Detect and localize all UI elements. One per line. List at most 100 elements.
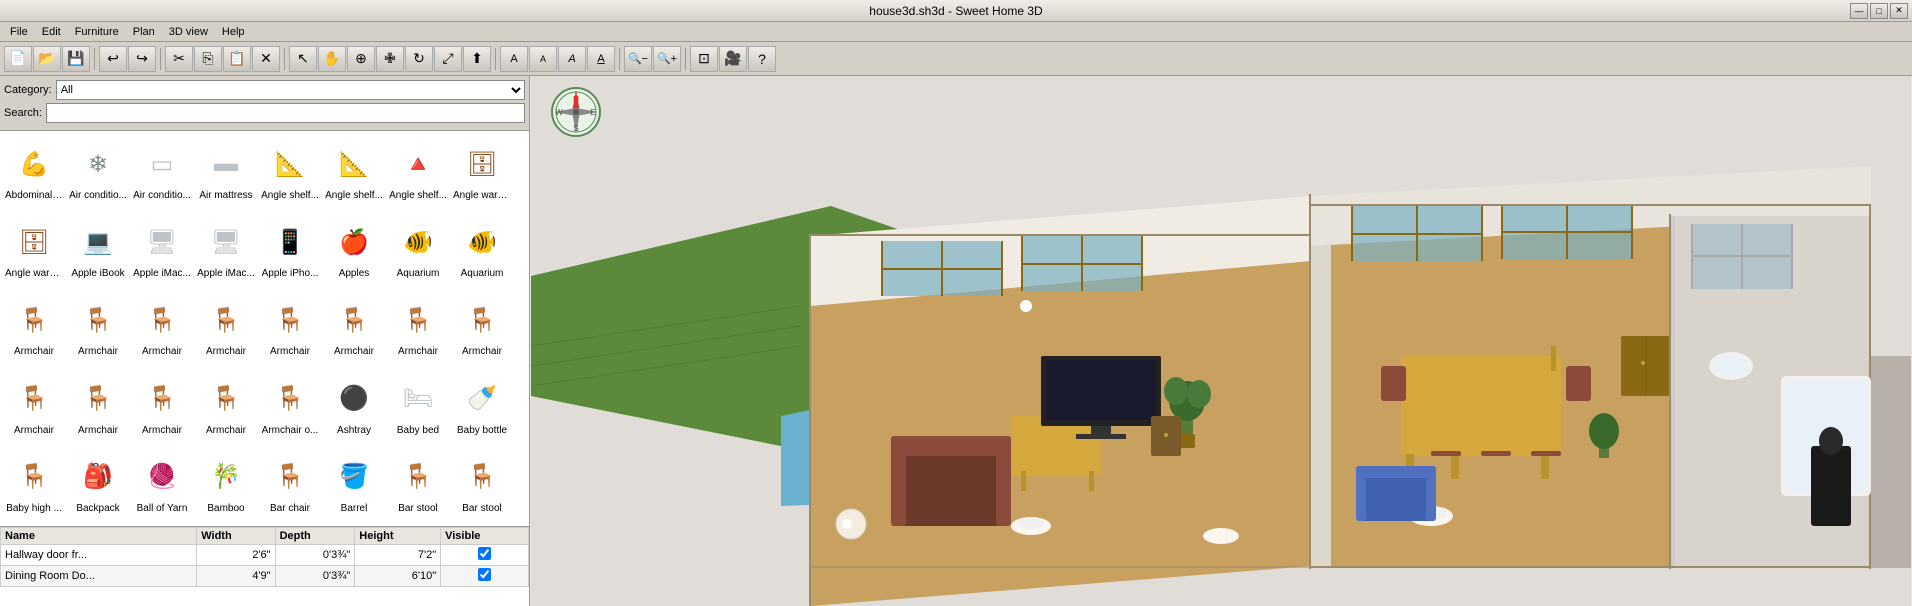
undo-button[interactable]: ↩ — [99, 46, 127, 72]
furniture-item-27[interactable]: 🪑Armchair — [194, 368, 258, 446]
prop-visible-1[interactable] — [441, 566, 529, 587]
furniture-item-35[interactable]: 🎋Bamboo — [194, 446, 258, 524]
furniture-item-31[interactable]: 🍼Baby bottle — [450, 368, 514, 446]
furniture-item-18[interactable]: 🪑Armchair — [130, 289, 194, 367]
furniture-item-15[interactable]: 🐠Aquarium — [450, 211, 514, 289]
maximize-button[interactable]: □ — [1870, 3, 1888, 19]
move-button[interactable]: ✙ — [376, 46, 404, 72]
furniture-item-24[interactable]: 🪑Armchair — [2, 368, 66, 446]
add-furniture-button[interactable]: ⊕ — [347, 46, 375, 72]
search-input[interactable] — [46, 103, 525, 123]
toolbar-separator-3 — [284, 48, 285, 70]
furniture-item-12[interactable]: 📱Apple iPho... — [258, 211, 322, 289]
zoom-in-button[interactable]: 🔍+ — [653, 46, 681, 72]
visible-checkbox-0[interactable] — [478, 547, 491, 560]
furniture-item-39[interactable]: 🪑Bar stool — [450, 446, 514, 524]
menu-item-help[interactable]: Help — [216, 24, 251, 40]
furniture-item-36[interactable]: 🪑Bar chair — [258, 446, 322, 524]
virtual-visitor-button[interactable]: 🎥 — [719, 46, 747, 72]
furniture-item-2[interactable]: ▭Air conditio... — [130, 133, 194, 211]
text-c-button[interactable]: A — [587, 46, 615, 72]
furniture-item-26[interactable]: 🪑Armchair — [130, 368, 194, 446]
furniture-name-14: Aquarium — [389, 268, 447, 279]
save-button[interactable]: 💾 — [62, 46, 90, 72]
furniture-item-6[interactable]: 🔺Angle shelf... — [386, 133, 450, 211]
furniture-item-1[interactable]: ❄Air conditio... — [66, 133, 130, 211]
menu-item-edit[interactable]: Edit — [36, 24, 67, 40]
compass[interactable]: N S E W — [550, 86, 602, 138]
furniture-item-19[interactable]: 🪑Armchair — [194, 289, 258, 367]
text-a-button[interactable]: A — [529, 46, 557, 72]
furniture-icon-37: 🪣 — [339, 462, 369, 491]
right-panel-3d: N S E W — [530, 76, 1912, 606]
zoom-out-button[interactable]: 🔍− — [624, 46, 652, 72]
furniture-name-27: Armchair — [197, 425, 255, 436]
help-button[interactable]: ? — [748, 46, 776, 72]
copy-button[interactable]: ⎘ — [194, 46, 222, 72]
prop-width-0: 2'6" — [197, 545, 275, 566]
menu-bar: FileEditFurniturePlan3D viewHelp — [0, 22, 1912, 42]
text-aa-button[interactable]: A — [500, 46, 528, 72]
delete-button[interactable]: ✕ — [252, 46, 280, 72]
furniture-item-34[interactable]: 🧶Ball of Yarn — [130, 446, 194, 524]
close-button[interactable]: ✕ — [1890, 3, 1908, 19]
furniture-item-37[interactable]: 🪣Barrel — [322, 446, 386, 524]
menu-item-file[interactable]: File — [4, 24, 34, 40]
furniture-item-33[interactable]: 🎒Backpack — [66, 446, 130, 524]
furniture-item-22[interactable]: 🪑Armchair — [386, 289, 450, 367]
table-row[interactable]: Dining Room Do...4'9"0'3¾"6'10" — [1, 566, 529, 587]
menu-item-furniture[interactable]: Furniture — [69, 24, 125, 40]
cut-button[interactable]: ✂ — [165, 46, 193, 72]
visible-checkbox-1[interactable] — [478, 568, 491, 581]
furniture-item-30[interactable]: 🛏Baby bed — [386, 368, 450, 446]
furniture-name-6: Angle shelf... — [389, 190, 447, 201]
furniture-item-7[interactable]: 🗄Angle ward... — [450, 133, 514, 211]
furniture-item-16[interactable]: 🪑Armchair — [2, 289, 66, 367]
furniture-item-3[interactable]: ▬Air mattress — [194, 133, 258, 211]
open-button[interactable]: 📂 — [33, 46, 61, 72]
rotate-button[interactable]: ↻ — [405, 46, 433, 72]
table-row[interactable]: Hallway door fr...2'6"0'3¾"7'2" — [1, 545, 529, 566]
select-button[interactable]: ↖ — [289, 46, 317, 72]
furniture-item-32[interactable]: 🪑Baby high ... — [2, 446, 66, 524]
category-select[interactable]: All — [56, 80, 525, 100]
top-camera-button[interactable]: ⊡ — [690, 46, 718, 72]
furniture-item-29[interactable]: ⚫Ashtray — [322, 368, 386, 446]
menu-item-3d-view[interactable]: 3D view — [163, 24, 214, 40]
furniture-icon-24: 🪑 — [19, 384, 49, 413]
furniture-icon-16: 🪑 — [19, 306, 49, 335]
properties-table: Name Width Depth Height Visible Hallway … — [0, 526, 529, 606]
furniture-name-18: Armchair — [133, 346, 191, 357]
furniture-item-10[interactable]: 🖥Apple iMac... — [130, 211, 194, 289]
furniture-item-13[interactable]: 🍎Apples — [322, 211, 386, 289]
furniture-item-20[interactable]: 🪑Armchair — [258, 289, 322, 367]
elevate-button[interactable]: ⬆ — [463, 46, 491, 72]
resize-button[interactable]: ⤢ — [434, 46, 462, 72]
house-3d-render — [530, 76, 1912, 606]
prop-visible-0[interactable] — [441, 545, 529, 566]
furniture-item-17[interactable]: 🪑Armchair — [66, 289, 130, 367]
furniture-icon-4: 📐 — [275, 150, 305, 179]
furniture-item-14[interactable]: 🐠Aquarium — [386, 211, 450, 289]
furniture-icon-12: 📱 — [275, 228, 305, 257]
text-b-button[interactable]: A — [558, 46, 586, 72]
furniture-item-38[interactable]: 🪑Bar stool — [386, 446, 450, 524]
new-button[interactable]: 📄 — [4, 46, 32, 72]
pan-button[interactable]: ✋ — [318, 46, 346, 72]
furniture-item-0[interactable]: 💪Abdominal ... — [2, 133, 66, 211]
furniture-item-4[interactable]: 📐Angle shelf... — [258, 133, 322, 211]
furniture-item-25[interactable]: 🪑Armchair — [66, 368, 130, 446]
furniture-icon-15: 🐠 — [467, 228, 497, 257]
furniture-item-5[interactable]: 📐Angle shelf... — [322, 133, 386, 211]
furniture-item-28[interactable]: 🪑Armchair o... — [258, 368, 322, 446]
furniture-item-11[interactable]: 🖥Apple iMac... — [194, 211, 258, 289]
minimize-button[interactable]: — — [1850, 3, 1868, 19]
3d-view[interactable]: N S E W — [530, 76, 1912, 606]
redo-button[interactable]: ↪ — [128, 46, 156, 72]
menu-item-plan[interactable]: Plan — [127, 24, 161, 40]
paste-button[interactable]: 📋 — [223, 46, 251, 72]
furniture-item-8[interactable]: 🗄Angle ward... — [2, 211, 66, 289]
furniture-item-9[interactable]: 💻Apple iBook — [66, 211, 130, 289]
furniture-item-23[interactable]: 🪑Armchair — [450, 289, 514, 367]
furniture-item-21[interactable]: 🪑Armchair — [322, 289, 386, 367]
